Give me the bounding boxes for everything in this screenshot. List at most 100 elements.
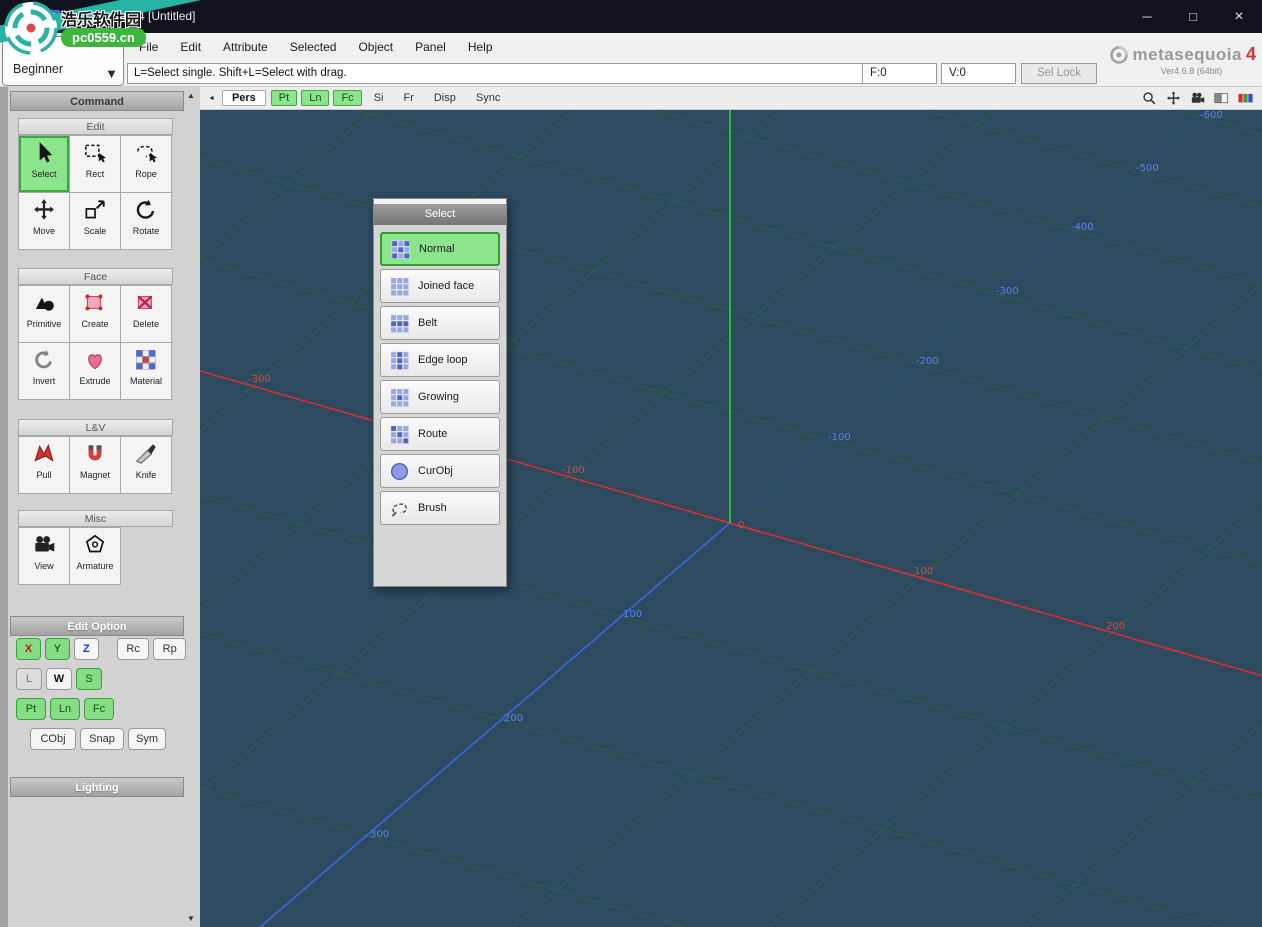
pan-icon[interactable] xyxy=(1165,90,1182,107)
sel-lock-button[interactable]: Sel Lock xyxy=(1021,63,1097,84)
tool-armature[interactable]: Armature xyxy=(70,528,120,584)
tool-rotate[interactable]: Rotate xyxy=(121,193,171,249)
select-option-joined-face[interactable]: Joined face xyxy=(380,269,500,303)
svg-text:200: 200 xyxy=(504,713,523,724)
tool-magnet[interactable]: Magnet xyxy=(70,437,120,493)
edit-option-panel-header[interactable]: Edit Option xyxy=(10,616,184,636)
svg-text:-100: -100 xyxy=(562,465,585,476)
dropdown-arrow-icon: ▼ xyxy=(105,66,118,81)
edit-option-snap[interactable]: Snap xyxy=(80,728,124,750)
select-option-belt[interactable]: Belt xyxy=(380,306,500,340)
svg-text:100: 100 xyxy=(623,609,642,620)
viewport-toggle-pt[interactable]: Pt xyxy=(271,90,297,106)
brush-icon xyxy=(389,498,410,519)
command-panel-header[interactable]: Command xyxy=(10,91,184,111)
section-header-misc: Misc xyxy=(18,510,173,527)
edit-option-z[interactable]: Z xyxy=(74,638,99,660)
tool-view[interactable]: View xyxy=(19,528,69,584)
grid-normal-icon xyxy=(390,239,411,260)
hint-text-field[interactable]: L=Select single. Shift+L=Select with dra… xyxy=(127,63,863,84)
rope-icon xyxy=(133,140,159,166)
select-option-edge-loop[interactable]: Edge loop xyxy=(380,343,500,377)
display-icon[interactable] xyxy=(1213,90,1230,107)
edit-option-x[interactable]: X xyxy=(16,638,41,660)
select-option-growing[interactable]: Growing xyxy=(380,380,500,414)
status-bar: L=Select single. Shift+L=Select with dra… xyxy=(0,61,1262,87)
edit-option-l[interactable]: L xyxy=(16,668,42,690)
select-option-label: Belt xyxy=(418,317,437,329)
select-dialog-titlebar[interactable]: Select xyxy=(374,204,506,225)
menu-selected[interactable]: Selected xyxy=(279,40,348,54)
tool-extrude[interactable]: Extrude xyxy=(70,343,120,399)
lighting-panel-header[interactable]: Lighting xyxy=(10,777,184,797)
tool-create[interactable]: Create xyxy=(70,286,120,342)
material-icon xyxy=(133,347,159,373)
select-option-normal[interactable]: Normal xyxy=(380,232,500,266)
viewport-toggle-si[interactable]: Si xyxy=(366,90,392,106)
vertex-count-field[interactable]: V:0 xyxy=(941,63,1016,84)
select-dialog: Select NormalJoined face Belt Edge loopGro… xyxy=(373,198,507,587)
svg-text:100: 100 xyxy=(914,566,933,577)
grid-belt-icon xyxy=(389,313,410,334)
edit-option-w[interactable]: W xyxy=(46,668,72,690)
camera-icon[interactable] xyxy=(1189,90,1206,107)
tool-label: Primitive xyxy=(27,319,62,329)
select-option-route[interactable]: Route xyxy=(380,417,500,451)
zoom-icon[interactable] xyxy=(1141,90,1158,107)
watermark-site-name: 浩乐软件园 xyxy=(61,6,141,30)
tool-rope[interactable]: Rope xyxy=(121,136,171,192)
select-option-brush[interactable]: Brush xyxy=(380,491,500,525)
tool-label: Material xyxy=(130,376,162,386)
tool-pull[interactable]: Pull xyxy=(19,437,69,493)
color-icon[interactable] xyxy=(1237,90,1254,107)
edit-option-s[interactable]: S xyxy=(76,668,102,690)
tool-primitive[interactable]: Primitive xyxy=(19,286,69,342)
viewport-toggle-fr[interactable]: Fr xyxy=(395,90,421,106)
section-l-v: L&VPullMagnetKnife xyxy=(18,419,173,494)
brand-logo: metasequoia 4 Ver4.6.8 (64bit) xyxy=(1091,44,1256,76)
menu-help[interactable]: Help xyxy=(457,40,504,54)
close-button[interactable]: × xyxy=(1216,0,1262,33)
viewport-toggle-sync[interactable]: Sync xyxy=(468,90,508,106)
face-count-field[interactable]: F:0 xyxy=(862,63,937,84)
edit-option-pt[interactable]: Pt xyxy=(16,698,46,720)
viewport-tab-handle-icon[interactable]: ◄ xyxy=(208,95,215,102)
edit-option-cobj[interactable]: CObj xyxy=(30,728,76,750)
tool-select[interactable]: Select xyxy=(19,136,69,192)
sidebar-scroll-down-icon[interactable]: ▼ xyxy=(184,912,198,925)
mode-dropdown-value: Beginner xyxy=(13,62,63,76)
grid-edgeloop-icon xyxy=(389,350,410,371)
tool-knife[interactable]: Knife xyxy=(121,437,171,493)
brand-number: 4 xyxy=(1246,44,1256,65)
tool-move[interactable]: Move xyxy=(19,193,69,249)
tool-label: Move xyxy=(33,226,55,236)
tool-label: Armature xyxy=(76,561,113,571)
move-icon xyxy=(31,197,57,223)
menu-object[interactable]: Object xyxy=(347,40,404,54)
tool-rect[interactable]: Rect xyxy=(70,136,120,192)
maximize-button[interactable]: □ xyxy=(1170,0,1216,33)
tool-invert[interactable]: Invert xyxy=(19,343,69,399)
edit-option-sym[interactable]: Sym xyxy=(128,728,166,750)
viewport-toggle-fc[interactable]: Fc xyxy=(333,90,361,106)
tool-delete[interactable]: Delete xyxy=(121,286,171,342)
scale-icon xyxy=(82,197,108,223)
select-option-curobj[interactable]: CurObj xyxy=(380,454,500,488)
edit-option-fc[interactable]: Fc xyxy=(84,698,114,720)
menu-panel[interactable]: Panel xyxy=(404,40,457,54)
pull-icon xyxy=(31,441,57,467)
viewport-toggle-disp[interactable]: Disp xyxy=(426,90,464,106)
metasequoia-logo-icon xyxy=(1109,45,1129,65)
viewport-toggle-ln[interactable]: Ln xyxy=(301,90,329,106)
minimize-button[interactable]: ─ xyxy=(1124,0,1170,33)
command-sidebar: ▲ ▼ Command EditSelectRectRopeMoveScaleR… xyxy=(0,87,200,927)
edit-option-y[interactable]: Y xyxy=(45,638,70,660)
tool-scale[interactable]: Scale xyxy=(70,193,120,249)
edit-option-ln[interactable]: Ln xyxy=(50,698,80,720)
edit-option-rp[interactable]: Rp xyxy=(153,638,186,660)
viewport-canvas[interactable]: -300-1000100200-600-500-400-300-200-1001… xyxy=(200,110,1262,927)
sidebar-scroll-up-icon[interactable]: ▲ xyxy=(184,89,198,102)
edit-option-rc[interactable]: Rc xyxy=(117,638,150,660)
tool-material[interactable]: Material xyxy=(121,343,171,399)
view-mode-tab[interactable]: Pers xyxy=(222,90,266,106)
